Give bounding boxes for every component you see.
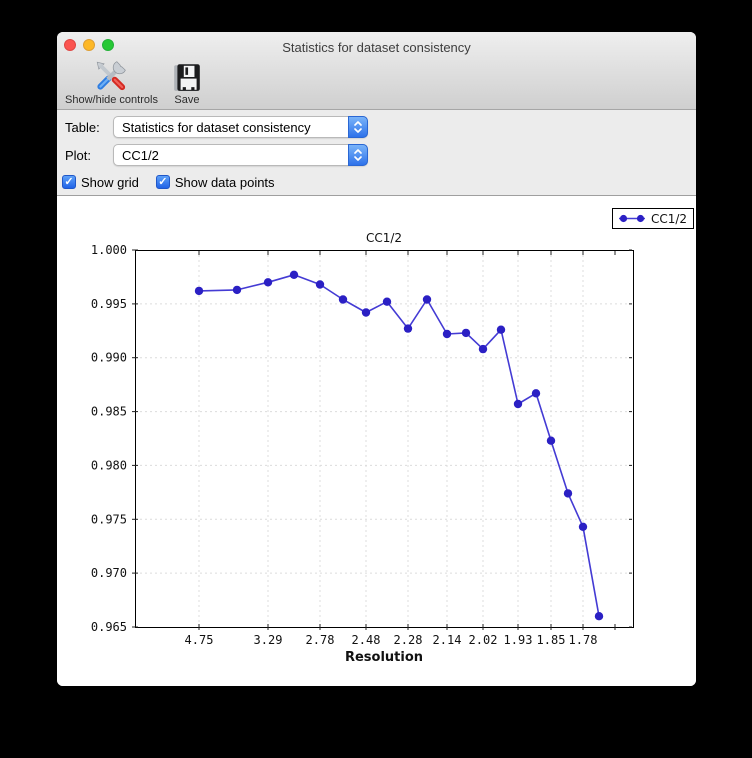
up-down-chevrons-icon xyxy=(354,121,362,133)
chart-area: 1.000 0.995 0.990 0.985 0.980 0.975 0.970 0.965… xyxy=(57,196,696,686)
data-point xyxy=(361,308,371,317)
minimize-button[interactable] xyxy=(83,39,95,51)
chart-title: CC1/2 xyxy=(366,231,402,245)
data-point xyxy=(461,328,471,338)
data-point xyxy=(403,324,413,333)
svg-text:1.000: 1.000 xyxy=(91,243,127,257)
show-grid-checkbox[interactable]: ✓ Show grid xyxy=(62,175,139,190)
svg-text:0.990: 0.990 xyxy=(91,351,127,365)
x-axis-labels: 4.75 3.29 2.78 2.48 2.28 2.14 2.02 1.93 1.85 1.78 xyxy=(185,633,598,647)
data-point xyxy=(232,285,242,295)
cc-half-line-chart: 1.000 0.995 0.990 0.985 0.980 0.975 0.970 0.965… xyxy=(91,208,694,665)
table-select-value: Statistics for dataset consistency xyxy=(122,119,311,135)
data-point xyxy=(422,295,432,304)
close-button[interactable] xyxy=(64,39,76,51)
check-icon: ✓ xyxy=(62,175,76,189)
data-point xyxy=(563,489,573,498)
table-select-cap xyxy=(348,116,368,138)
plot-select[interactable]: CC1/2 xyxy=(113,144,368,166)
y-axis-labels: 1.000 0.995 0.990 0.985 0.980 0.975 0.970 0.965 xyxy=(91,243,127,634)
show-grid-label: Show grid xyxy=(81,174,139,190)
svg-text:0.975: 0.975 xyxy=(91,512,127,526)
show-data-points-label: Show data points xyxy=(174,174,275,190)
title-bar[interactable]: Statistics for dataset consistency xyxy=(57,32,696,56)
data-point xyxy=(478,344,488,354)
svg-text:3.29: 3.29 xyxy=(254,633,283,647)
svg-text:1.93: 1.93 xyxy=(504,633,533,647)
plot-select-value: CC1/2 xyxy=(122,147,159,163)
checkbox-row: ✓ Show grid ✓ Show data points xyxy=(62,171,696,193)
data-point xyxy=(382,297,392,306)
show-data-points-checkbox[interactable]: ✓ Show data points xyxy=(155,174,275,190)
table-row: Table: Statistics for dataset consistenc… xyxy=(65,115,696,139)
svg-text:0.970: 0.970 xyxy=(91,566,127,580)
svg-text:1.78: 1.78 xyxy=(569,633,598,647)
data-point-markers xyxy=(194,270,604,621)
zoom-button[interactable] xyxy=(102,39,114,51)
plot-row: Plot: CC1/2 xyxy=(65,143,696,167)
svg-text:2.78: 2.78 xyxy=(306,633,335,647)
cc-half-line xyxy=(198,274,600,617)
traffic-lights xyxy=(64,39,114,51)
check-icon: ✓ xyxy=(155,175,170,189)
data-point xyxy=(194,286,204,296)
plot-border xyxy=(135,250,634,628)
show-hide-controls-button[interactable]: Show/hide controls xyxy=(65,59,158,106)
data-point xyxy=(578,522,588,531)
svg-text:2.28: 2.28 xyxy=(394,633,423,647)
svg-text:0.980: 0.980 xyxy=(91,458,127,472)
svg-text:0.985: 0.985 xyxy=(91,405,127,419)
tools-icon xyxy=(97,61,127,91)
save-button[interactable]: Save xyxy=(171,61,203,106)
data-point xyxy=(496,325,506,334)
data-point xyxy=(289,270,299,279)
save-icon xyxy=(174,64,200,91)
window-title: Statistics for dataset consistency xyxy=(282,39,471,55)
data-point xyxy=(263,278,273,287)
svg-text:1.85: 1.85 xyxy=(537,633,566,647)
data-point xyxy=(531,389,541,398)
window-header: Statistics for dataset consistency Show/… xyxy=(57,32,696,110)
grid-lines xyxy=(135,250,633,627)
up-down-chevrons-icon xyxy=(354,149,362,161)
data-point xyxy=(546,436,556,445)
data-point xyxy=(442,329,452,339)
data-point xyxy=(338,295,348,304)
x-axis-title: Resolution xyxy=(345,650,423,665)
plot-select-cap xyxy=(348,144,368,166)
toolbar: Show/hide controls Save xyxy=(57,56,696,109)
plot-label: Plot: xyxy=(65,147,92,163)
table-label: Table: xyxy=(65,119,100,135)
svg-text:2.14: 2.14 xyxy=(433,633,462,647)
svg-text:0.965: 0.965 xyxy=(91,620,127,634)
chart-legend: CC1/2 xyxy=(612,208,694,229)
legend-label: CC1/2 xyxy=(651,212,687,226)
svg-text:2.48: 2.48 xyxy=(352,633,381,647)
data-point xyxy=(594,612,604,621)
svg-text:4.75: 4.75 xyxy=(185,633,214,647)
svg-text:0.995: 0.995 xyxy=(91,297,127,311)
show-hide-controls-label: Show/hide controls xyxy=(65,94,158,106)
data-point xyxy=(513,399,523,409)
data-point xyxy=(315,280,325,289)
app-window: Statistics for dataset consistency Show/… xyxy=(57,32,696,686)
svg-text:2.02: 2.02 xyxy=(469,633,498,647)
controls-panel: Table: Statistics for dataset consistenc… xyxy=(57,110,696,196)
table-select[interactable]: Statistics for dataset consistency xyxy=(113,116,368,138)
save-label: Save xyxy=(174,94,200,106)
